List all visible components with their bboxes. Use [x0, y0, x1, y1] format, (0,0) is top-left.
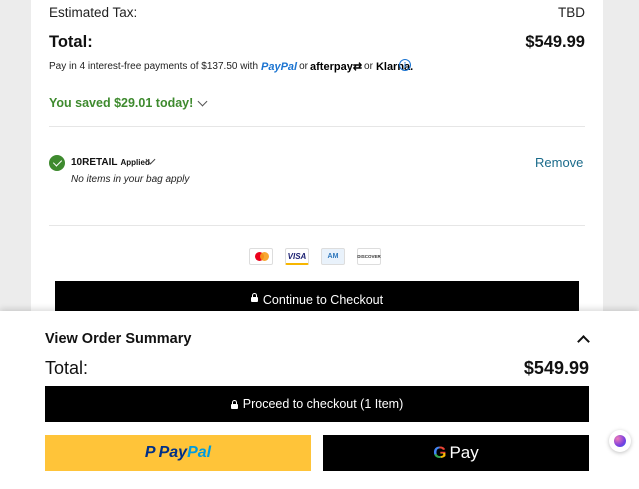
total-label: Total: [49, 33, 93, 51]
installments-or-2: or [364, 61, 373, 72]
mastercard-icon [249, 248, 273, 265]
assistant-bubble-icon[interactable] [609, 430, 631, 452]
check-circle-icon [49, 155, 65, 171]
installments-or-1: or [299, 61, 309, 72]
lock-icon [230, 399, 238, 409]
proceed-to-checkout-button[interactable]: Proceed to checkout (1 Item) [45, 386, 589, 422]
paypal-wordmark: PayPal [158, 444, 212, 461]
estimated-tax-label: Estimated Tax: [49, 5, 138, 20]
promo-code: 10RETAIL Applied [71, 157, 150, 168]
savings-toggle[interactable]: You saved $29.01 today! [49, 96, 208, 110]
discover-icon: DISCOVER [357, 248, 381, 265]
remove-promo-link[interactable]: Remove [535, 155, 583, 170]
sheet-total-value: $549.99 [523, 358, 589, 378]
paypal-logo-text: PayPal [261, 60, 298, 73]
total-row: Total: $549.99 [49, 33, 585, 52]
savings-text: You saved $29.01 today! [49, 96, 194, 110]
promo-code-value: 10RETAIL [71, 157, 118, 168]
paypal-button[interactable]: P PayPal [45, 435, 311, 471]
estimated-tax-value: TBD [558, 5, 585, 20]
gpay-label: Pay [449, 443, 479, 462]
google-pay-button[interactable]: G Pay [323, 435, 589, 471]
info-icon[interactable]: i [399, 59, 411, 71]
sheet-total-row: Total: $549.99 [45, 358, 589, 379]
divider [49, 126, 585, 127]
total-value: $549.99 [525, 33, 585, 51]
google-g-icon: G [433, 443, 447, 462]
amex-icon: AM [321, 248, 345, 265]
sheet-title[interactable]: View Order Summary [45, 331, 191, 347]
continue-label: Continue to Checkout [262, 293, 384, 307]
lock-icon [250, 293, 258, 302]
installments-text: Pay in 4 interest-free payments of $137.… [49, 61, 259, 72]
visa-icon: VISA [285, 248, 309, 265]
proceed-label: Proceed to checkout (1 Item) [242, 397, 404, 411]
chevron-down-icon [197, 96, 208, 106]
installments-message: Pay in 4 interest-free payments of $137.… [49, 60, 413, 74]
divider [49, 225, 585, 226]
sheet-total-label: Total: [45, 358, 89, 378]
promo-note: No items in your bag apply [71, 174, 190, 185]
afterpay-logo-text: afterpay⇄ [310, 61, 363, 73]
estimated-tax-row: Estimated Tax: TBD [49, 5, 585, 20]
paypal-icon: P [144, 444, 156, 461]
accepted-payment-icons: VISA AM DISCOVER [249, 248, 381, 265]
